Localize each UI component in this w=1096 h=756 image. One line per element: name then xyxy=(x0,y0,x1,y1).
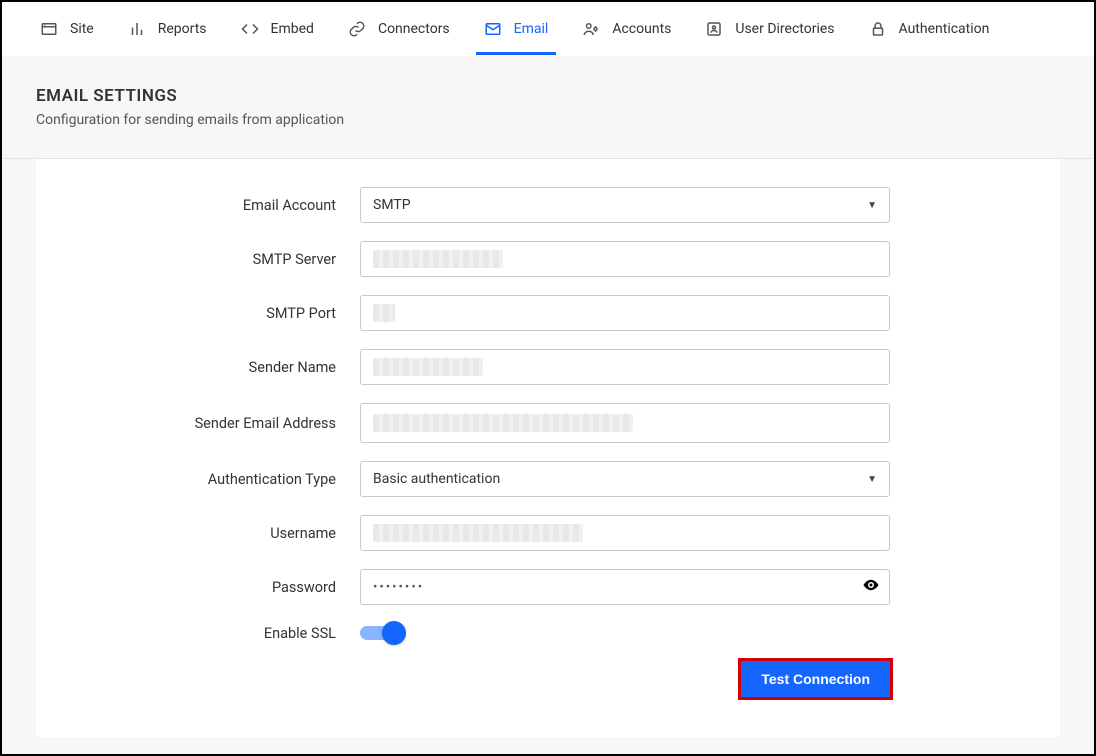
tab-label: Reports xyxy=(158,21,207,37)
embed-icon xyxy=(241,20,259,38)
top-tabs: Site Reports Embed Connectors Email Acco… xyxy=(2,2,1094,56)
auth-type-select[interactable]: Basic authentication ▼ xyxy=(360,461,890,497)
email-account-label: Email Account xyxy=(76,197,336,214)
tab-connectors[interactable]: Connectors xyxy=(340,2,458,55)
show-password-icon[interactable] xyxy=(862,576,880,598)
select-value: SMTP xyxy=(373,197,411,213)
sender-email-input[interactable] xyxy=(360,403,890,443)
select-value: Basic authentication xyxy=(373,471,500,487)
tab-user-directories[interactable]: User Directories xyxy=(697,2,842,55)
tab-authentication[interactable]: Authentication xyxy=(861,2,998,55)
tab-site[interactable]: Site xyxy=(32,2,102,55)
enable-ssl-label: Enable SSL xyxy=(76,625,336,642)
sender-name-input[interactable] xyxy=(360,349,890,385)
username-label: Username xyxy=(76,525,336,542)
password-input[interactable]: •••••••• xyxy=(360,569,890,605)
chevron-down-icon: ▼ xyxy=(867,200,877,211)
smtp-port-label: SMTP Port xyxy=(76,305,336,322)
tab-reports[interactable]: Reports xyxy=(120,2,215,55)
tab-label: Email xyxy=(514,21,549,37)
chevron-down-icon: ▼ xyxy=(867,474,877,485)
tab-label: Embed xyxy=(271,21,314,37)
reports-icon xyxy=(128,20,146,38)
test-connection-button[interactable]: Test Connection xyxy=(741,661,890,697)
sender-email-label: Sender Email Address xyxy=(76,415,336,432)
smtp-server-input[interactable] xyxy=(360,241,890,277)
enable-ssl-toggle[interactable] xyxy=(360,623,406,643)
accounts-icon xyxy=(582,20,600,38)
user-directories-icon xyxy=(705,20,723,38)
tab-embed[interactable]: Embed xyxy=(233,2,322,55)
tab-label: Accounts xyxy=(612,21,671,37)
page-title: EMAIL SETTINGS xyxy=(36,86,1060,106)
email-icon xyxy=(484,20,502,38)
tab-label: Site xyxy=(70,21,94,37)
tab-label: Connectors xyxy=(378,21,450,37)
tab-email[interactable]: Email xyxy=(476,2,557,55)
settings-card: Email Account SMTP ▼ SMTP Server SMTP Po… xyxy=(36,159,1060,737)
smtp-port-input[interactable] xyxy=(360,295,890,331)
connectors-icon xyxy=(348,20,366,38)
tab-label: User Directories xyxy=(735,21,834,37)
tab-label: Authentication xyxy=(899,21,990,37)
username-input[interactable] xyxy=(360,515,890,551)
password-label: Password xyxy=(76,579,336,596)
sender-name-label: Sender Name xyxy=(76,359,336,376)
auth-type-label: Authentication Type xyxy=(76,471,336,488)
page-header: EMAIL SETTINGS Configuration for sending… xyxy=(2,56,1094,142)
smtp-server-label: SMTP Server xyxy=(76,251,336,268)
page-subtitle: Configuration for sending emails from ap… xyxy=(36,112,1060,128)
tab-accounts[interactable]: Accounts xyxy=(574,2,679,55)
site-icon xyxy=(40,20,58,38)
authentication-icon xyxy=(869,20,887,38)
email-account-select[interactable]: SMTP ▼ xyxy=(360,187,890,223)
